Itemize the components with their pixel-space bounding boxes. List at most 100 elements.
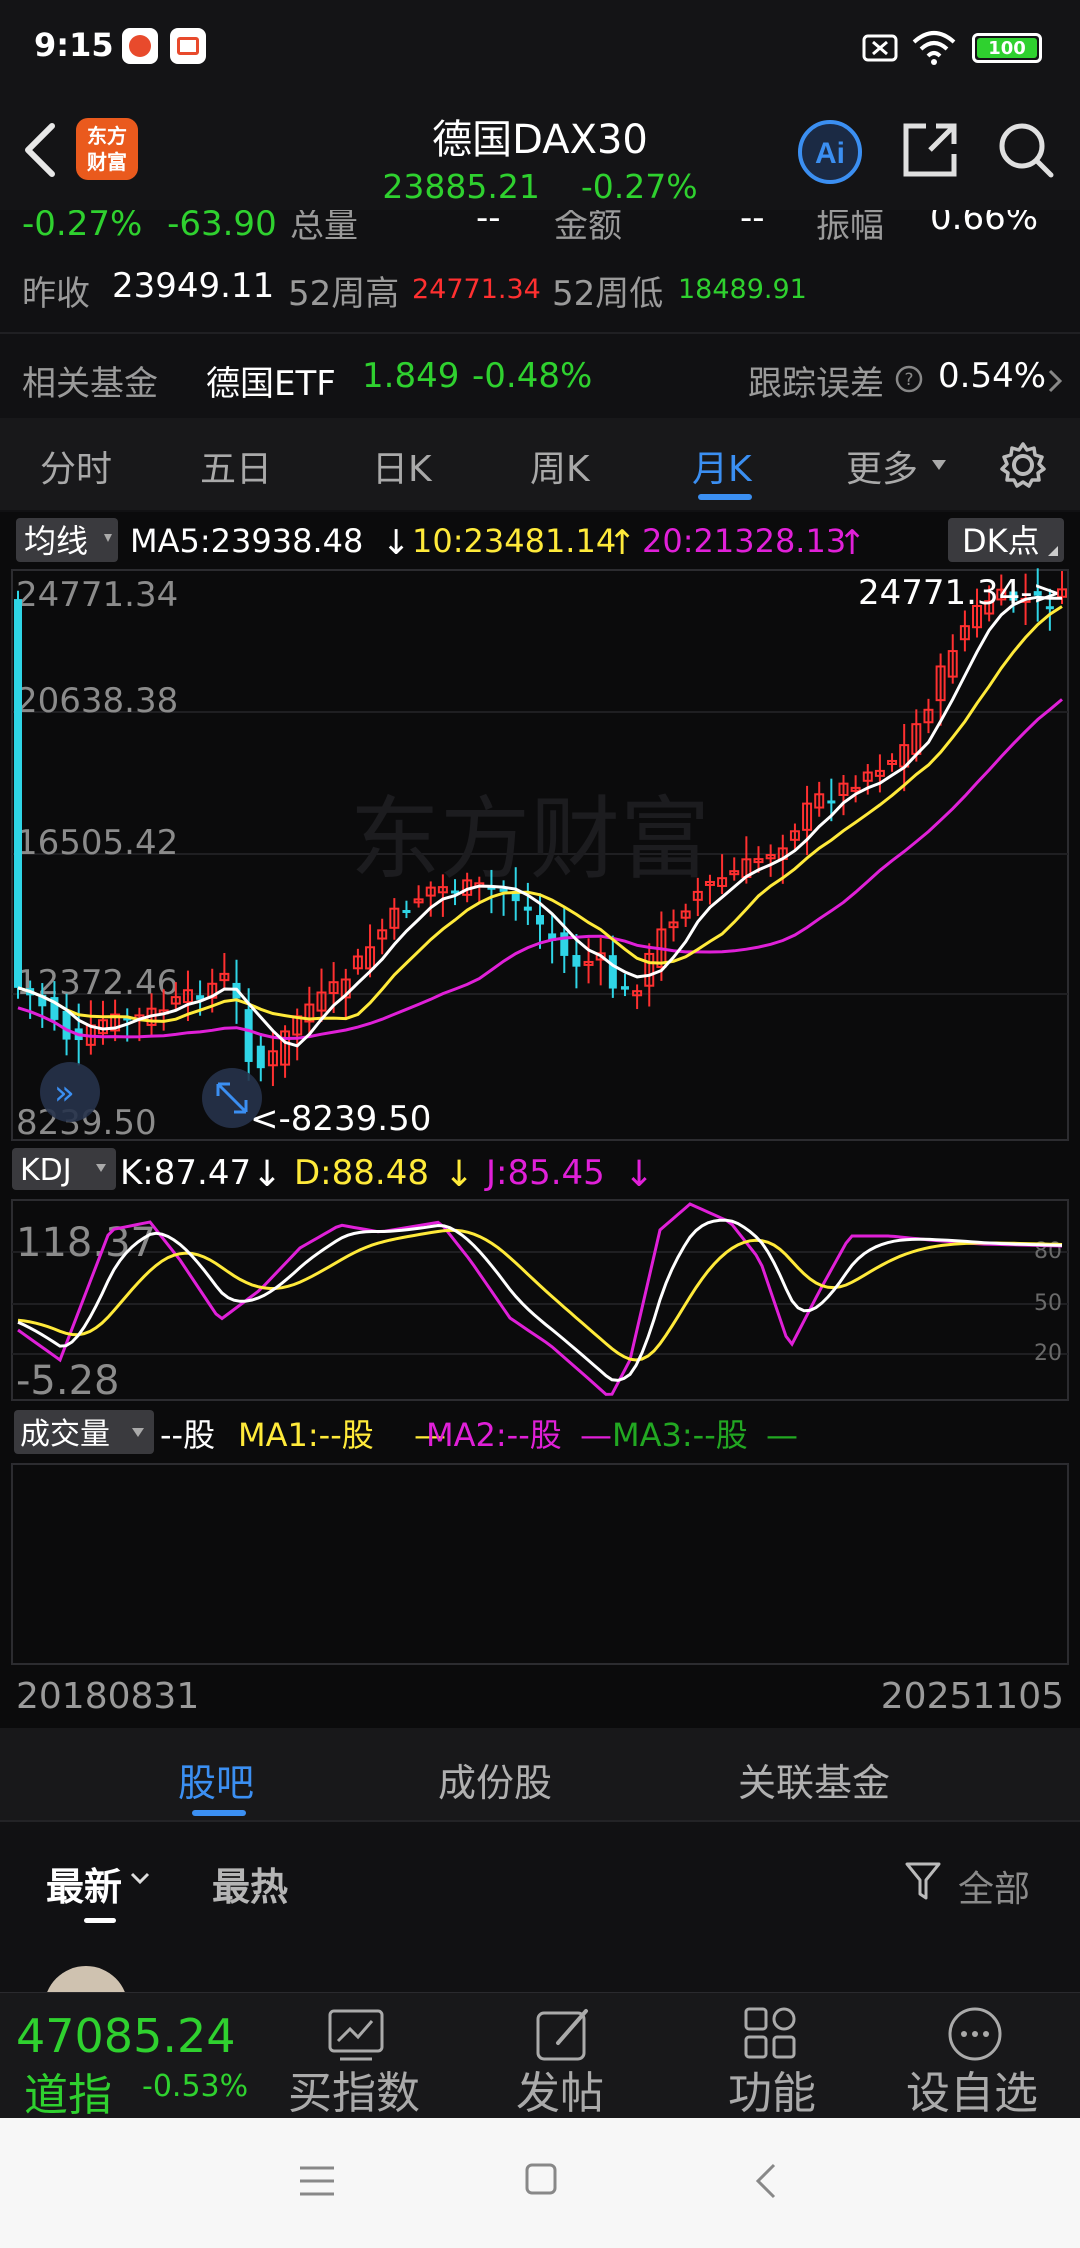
ma10-up-arrow-icon: ↑	[608, 523, 637, 563]
tab-guba[interactable]: 股吧	[178, 1752, 254, 1807]
amplitude-value: 0.66%	[930, 210, 1039, 238]
kdj-k-arrow-icon: ↓	[252, 1154, 282, 1195]
bottom-toolbar: 47085.24 道指 -0.53% 买指数 发帖 功能 设自选	[0, 1992, 1080, 2121]
dropdown-icon	[932, 460, 946, 470]
y-label-2: 20638.38	[16, 681, 178, 721]
header-change: -0.27%	[580, 167, 698, 206]
battery-icon: 100	[972, 33, 1042, 63]
post-button[interactable]: 发帖	[516, 2057, 604, 2121]
volume-label: 总量	[290, 210, 358, 246]
y-label-3: 16505.42	[16, 823, 178, 863]
max-marker: 24771.34->	[858, 573, 1061, 613]
kdj-k-value: K:87.47	[120, 1153, 251, 1193]
sub-tab-underline	[192, 1810, 246, 1816]
dk-button[interactable]: DK点	[962, 522, 1040, 560]
fund-label: 相关基金	[22, 364, 158, 404]
functions-button[interactable]: 功能	[728, 2057, 816, 2121]
ma20-up-arrow-icon: ↑	[838, 523, 867, 563]
tab-monthly-k[interactable]: 月K	[692, 440, 752, 492]
feed-tab-underline	[84, 1918, 116, 1923]
volume-ma3: MA3:--股	[612, 1416, 748, 1454]
kdj-level-50: 50	[1034, 1291, 1062, 1316]
status-bar: 9:15 100	[0, 0, 1080, 90]
kdj-badge[interactable]: KDJ	[20, 1153, 72, 1188]
svg-text:?: ?	[904, 370, 913, 390]
candle-body	[572, 955, 581, 967]
tab-weekly-k[interactable]: 周K	[530, 440, 590, 492]
related-fund-row[interactable]: 相关基金 德国ETF 1.849 -0.48% 跟踪误差 ? 0.54%	[0, 336, 1080, 416]
ai-icon[interactable]: Ai	[796, 118, 864, 186]
share-icon[interactable]	[900, 120, 960, 180]
mi-notification-icon	[170, 28, 206, 64]
quote-change-value: -63.90	[167, 210, 277, 244]
tab-related-funds[interactable]: 关联基金	[738, 1752, 890, 1807]
kline-chart[interactable]: 均线 MA5:23938.48 ↓ 10:23481.14 ↑ 20:21328…	[0, 512, 1080, 1728]
feed-tab-latest[interactable]: 最新	[46, 1856, 122, 1911]
post-icon[interactable]	[534, 2005, 594, 2063]
fund-change: -0.48%	[472, 356, 593, 396]
volume-value: --	[476, 210, 501, 238]
candle-body	[402, 909, 411, 913]
kdj-j-value: J:85.45	[484, 1153, 605, 1193]
watermark: 东方财富	[350, 787, 710, 892]
status-time: 9:15	[34, 26, 114, 64]
kdj-d-value: D:88.48	[294, 1153, 429, 1193]
app-notification-icon	[122, 28, 158, 64]
menu-icon[interactable]	[298, 2164, 336, 2198]
candle-body	[62, 1010, 71, 1040]
add-watchlist-icon[interactable]	[946, 2005, 1004, 2063]
fund-price: 1.849	[362, 356, 460, 396]
y-label-1: 24771.34	[16, 575, 178, 615]
index-change: -0.53%	[142, 2069, 249, 2104]
help-icon[interactable]: ?	[894, 364, 924, 394]
amount-label: 金额	[554, 210, 622, 246]
tab-more[interactable]: 更多	[846, 440, 918, 492]
header-price: 23885.21	[382, 167, 540, 206]
prev-close-label: 昨收	[22, 274, 90, 314]
buy-index-button[interactable]: 买指数	[288, 2057, 420, 2121]
tracking-value: 0.54%	[938, 356, 1047, 396]
filter-all[interactable]: 全部	[958, 1860, 1030, 1912]
double-chevron-icon[interactable]: »	[54, 1073, 75, 1113]
volume-badge[interactable]: 成交量	[20, 1417, 110, 1452]
search-icon[interactable]	[996, 120, 1056, 180]
ma20-value: 20:21328.13	[642, 522, 846, 560]
system-back-icon[interactable]	[754, 2162, 778, 2200]
kdj-j-arrow-icon: ↓	[624, 1154, 654, 1195]
candle-body	[536, 915, 544, 925]
add-watchlist-button[interactable]: 设自选	[906, 2057, 1038, 2121]
tab-five-day[interactable]: 五日	[200, 440, 272, 492]
tab-daily-k[interactable]: 日K	[372, 440, 432, 492]
chevron-right-icon	[1048, 369, 1063, 393]
high52-value: 24771.34	[412, 274, 541, 305]
tab-underline	[698, 494, 752, 500]
index-name[interactable]: 道指	[24, 2059, 112, 2123]
quote-change-pct: -0.27%	[22, 210, 143, 244]
chevron-down-icon	[130, 1872, 150, 1885]
tracking-label: 跟踪误差	[748, 364, 884, 404]
candle-body	[14, 599, 22, 988]
feed-tab-hot[interactable]: 最热	[212, 1856, 288, 1911]
ma-badge[interactable]: 均线	[24, 522, 88, 560]
functions-icon[interactable]	[742, 2005, 798, 2061]
low52-value: 18489.91	[678, 274, 807, 305]
candle-body	[523, 906, 532, 911]
volume-value-text: --股	[160, 1416, 215, 1454]
ma5-down-arrow-icon: ↓	[382, 523, 411, 563]
high52-label: 52周高	[288, 274, 400, 314]
home-icon[interactable]	[524, 2162, 558, 2196]
settings-icon[interactable]	[998, 440, 1048, 490]
volume-ma3-line-icon: —	[766, 1416, 798, 1454]
candle-body	[244, 1009, 253, 1062]
candle-body	[620, 986, 629, 990]
header: 东方 财富 德国DAX30 23885.21 -0.27% Ai	[0, 90, 1080, 210]
candle-body	[560, 932, 569, 956]
index-value[interactable]: 47085.24	[16, 2009, 236, 2063]
filter-icon[interactable]	[904, 1860, 944, 1904]
sim-icon	[862, 34, 898, 62]
ma5-value: MA5:23938.48	[130, 522, 363, 560]
buy-index-icon[interactable]	[326, 2007, 386, 2063]
wifi-icon	[912, 31, 956, 65]
tab-intraday[interactable]: 分时	[40, 440, 112, 492]
tab-components[interactable]: 成份股	[438, 1752, 552, 1807]
